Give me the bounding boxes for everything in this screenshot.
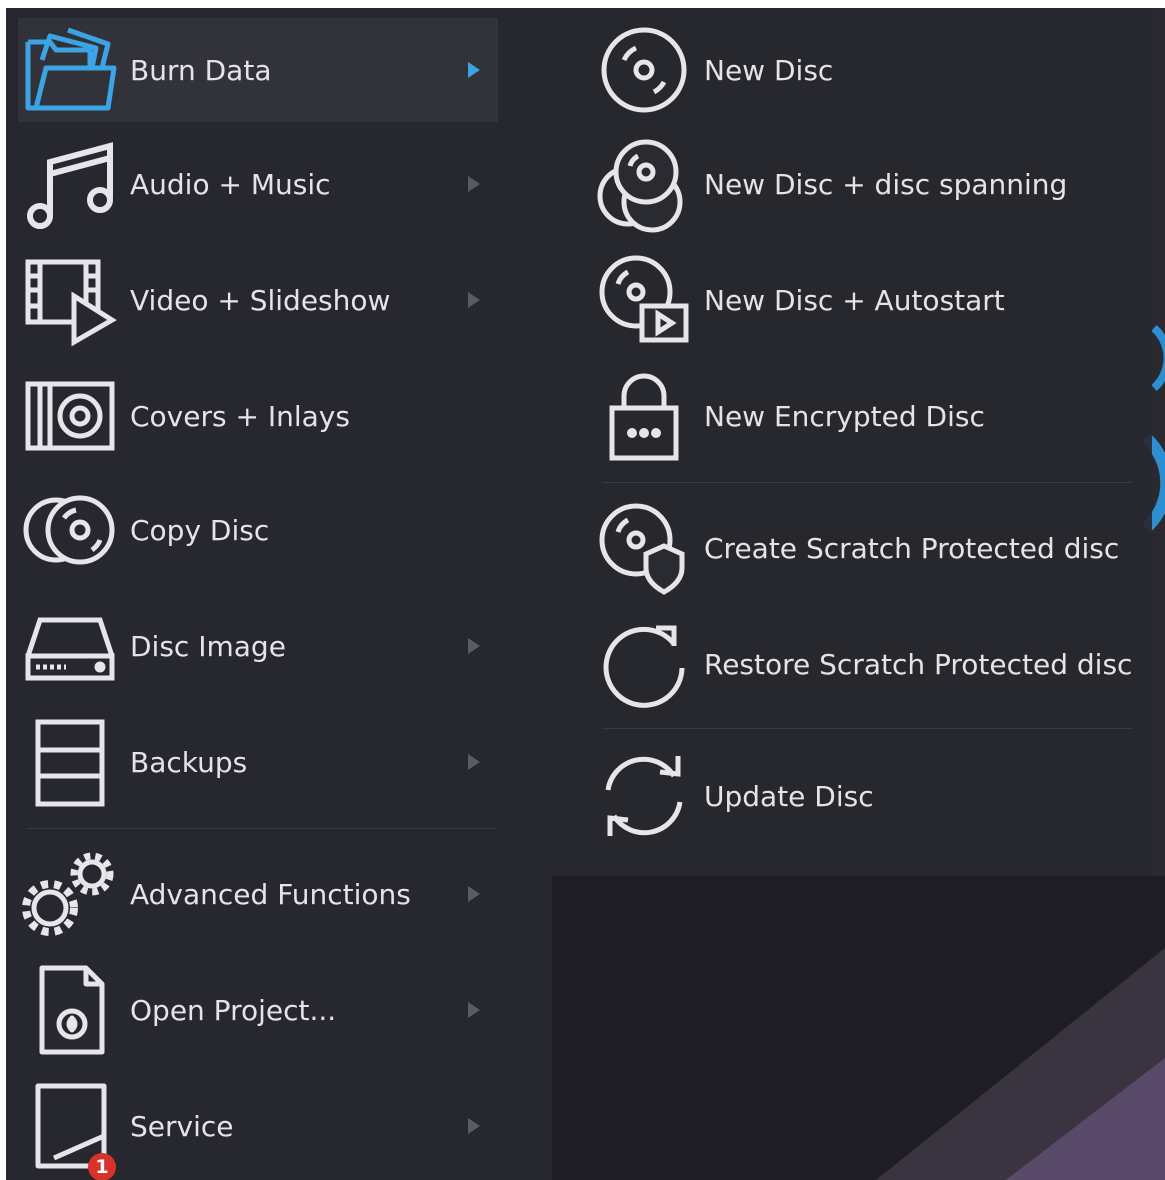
copy-disc-icon	[20, 480, 120, 580]
menu-item-copy-disc[interactable]: Copy Disc	[18, 478, 498, 582]
menu-item-backups[interactable]: Backups	[18, 710, 498, 814]
chevron-right-icon	[468, 62, 480, 78]
lock-icon	[594, 366, 694, 466]
main-menu: Burn Data Audio + Music Video + Slidesho…	[6, 8, 552, 1180]
submenu-item-new-encrypted-disc[interactable]: New Encrypted Disc	[594, 364, 1154, 468]
menu-item-open-project[interactable]: Open Project...	[18, 958, 498, 1062]
menu-item-label: Open Project...	[130, 993, 337, 1027]
submenu-separator	[602, 728, 1132, 729]
gears-icon	[20, 844, 120, 944]
backup-icon	[20, 712, 120, 812]
video-icon	[20, 250, 120, 350]
disc-icon	[594, 20, 694, 120]
menu-item-label: Disc Image	[130, 629, 286, 663]
submenu-item-label: Update Disc	[704, 779, 874, 813]
submenu-item-new-disc-autostart[interactable]: New Disc + Autostart	[594, 248, 1154, 352]
submenu-item-label: Restore Scratch Protected disc	[704, 647, 1133, 681]
menu-item-label: Audio + Music	[130, 167, 331, 201]
menu-item-label: Video + Slideshow	[130, 283, 391, 317]
menu-item-audio-music[interactable]: Audio + Music	[18, 132, 498, 236]
chevron-right-icon	[468, 886, 480, 902]
chevron-right-icon	[468, 754, 480, 770]
menu-item-covers-inlays[interactable]: Covers + Inlays	[18, 364, 498, 468]
chevron-right-icon	[468, 292, 480, 308]
app-window: Burn Data Audio + Music Video + Slidesho…	[6, 8, 1165, 1180]
menu-item-label: Backups	[130, 745, 248, 779]
submenu-item-new-disc[interactable]: New Disc	[594, 18, 1154, 122]
project-file-icon	[20, 960, 120, 1060]
chevron-right-icon	[468, 176, 480, 192]
folder-icon	[20, 20, 120, 120]
submenu-item-new-disc-spanning[interactable]: New Disc + disc spanning	[594, 132, 1154, 236]
submenu-item-label: New Encrypted Disc	[704, 399, 985, 433]
menu-item-label: Burn Data	[130, 53, 272, 87]
menu-item-video-slideshow[interactable]: Video + Slideshow	[18, 248, 498, 352]
submenu-item-create-scratch-protected[interactable]: Create Scratch Protected disc	[594, 496, 1154, 600]
music-note-icon	[20, 134, 120, 234]
burn-data-submenu: New Disc New Disc + disc spanning New Di…	[552, 8, 1152, 876]
menu-item-burn-data[interactable]: Burn Data	[18, 18, 498, 122]
submenu-item-label: New Disc	[704, 53, 834, 87]
menu-item-disc-image[interactable]: Disc Image	[18, 594, 498, 698]
drive-icon	[20, 596, 120, 696]
submenu-item-label: Create Scratch Protected disc	[704, 531, 1120, 565]
submenu-item-label: New Disc + disc spanning	[704, 167, 1068, 201]
menu-separator	[26, 828, 496, 829]
submenu-item-restore-scratch-protected[interactable]: Restore Scratch Protected disc	[594, 612, 1154, 716]
chevron-right-icon	[468, 1118, 480, 1134]
notification-badge: 1	[88, 1153, 116, 1180]
submenu-item-update-disc[interactable]: Update Disc	[594, 744, 1154, 848]
chevron-right-icon	[468, 638, 480, 654]
disc-spanning-icon	[594, 134, 694, 234]
menu-item-label: Covers + Inlays	[130, 399, 350, 433]
refresh-icon	[594, 746, 694, 846]
menu-item-label: Copy Disc	[130, 513, 270, 547]
menu-item-label: Service	[130, 1109, 234, 1143]
disc-shield-icon	[594, 498, 694, 598]
disc-autostart-icon	[594, 250, 694, 350]
cover-icon	[20, 366, 120, 466]
menu-item-advanced-functions[interactable]: Advanced Functions	[18, 842, 498, 946]
restore-icon	[594, 614, 694, 714]
submenu-separator	[602, 482, 1132, 483]
menu-item-label: Advanced Functions	[130, 877, 411, 911]
chevron-right-icon	[468, 1002, 480, 1018]
submenu-item-label: New Disc + Autostart	[704, 283, 1005, 317]
